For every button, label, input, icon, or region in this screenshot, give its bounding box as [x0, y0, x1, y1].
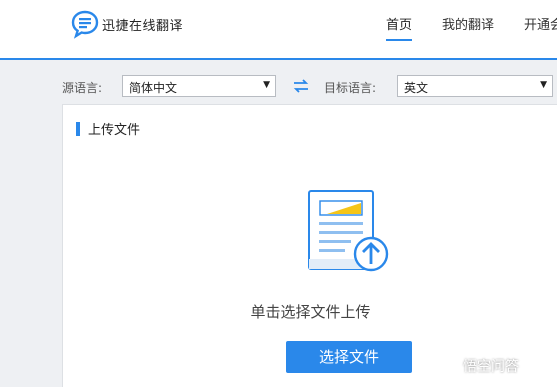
- nav-item-my-translations[interactable]: 我的翻译: [442, 14, 494, 41]
- upload-hint: 单击选择文件上传: [250, 303, 371, 321]
- language-bar: 源语言: 简体中文 ▼ 目标语言: 英文 ▼: [0, 62, 557, 104]
- target-language-value: 英文: [404, 81, 429, 95]
- chat-bubble-watermark-icon: [444, 358, 460, 374]
- upload-panel: 上传文件 单击选择文件上传 选择文件: [62, 104, 557, 387]
- top-header: 迅捷在线翻译 首页 我的翻译 开通会: [0, 0, 557, 60]
- document-upload-icon[interactable]: [307, 189, 393, 279]
- dropdown-arrow-icon: ▼: [540, 80, 547, 90]
- nav-item-home[interactable]: 首页: [386, 14, 413, 41]
- chat-bubble-logo-icon: [71, 10, 99, 39]
- main-nav: 首页 我的翻译 开通会: [386, 14, 557, 41]
- logo[interactable]: 迅捷在线翻译: [70, 9, 183, 39]
- panel-title-text: 上传文件: [88, 123, 141, 138]
- dropdown-arrow-icon: ▼: [263, 80, 270, 90]
- swap-arrows-icon[interactable]: [292, 78, 310, 94]
- title-accent-bar: [76, 121, 80, 136]
- watermark: 悟空问答: [444, 356, 519, 376]
- target-language-select[interactable]: 英文 ▼: [397, 75, 553, 97]
- choose-file-button[interactable]: 选择文件: [286, 341, 412, 373]
- logo-text: 迅捷在线翻译: [102, 18, 184, 34]
- target-language-label: 目标语言:: [324, 81, 377, 95]
- source-language-value: 简体中文: [129, 81, 178, 95]
- source-language-label: 源语言:: [62, 81, 103, 95]
- source-language-select[interactable]: 简体中文 ▼: [122, 75, 276, 97]
- watermark-text: 悟空问答: [463, 359, 519, 375]
- nav-item-membership[interactable]: 开通会: [524, 14, 557, 41]
- panel-title: 上传文件: [76, 119, 140, 138]
